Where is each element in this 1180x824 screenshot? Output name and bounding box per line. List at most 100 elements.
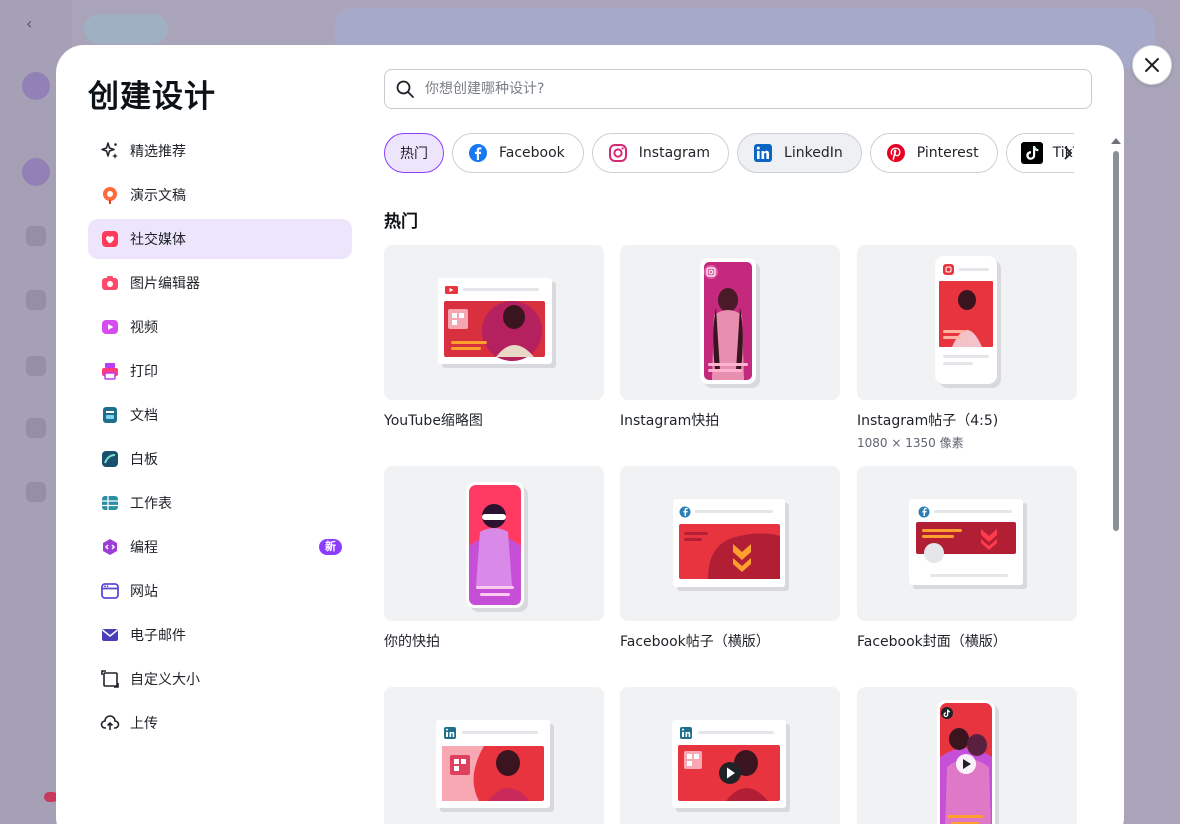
instagram-icon: [607, 142, 629, 164]
email-icon: [100, 625, 120, 645]
background-avatar: [22, 72, 50, 100]
nav-item-custom-size[interactable]: 自定义大小: [88, 659, 352, 699]
nav-item-social[interactable]: 社交媒体: [88, 219, 352, 259]
scroll-up-arrow-icon[interactable]: [1111, 138, 1121, 144]
nav-item-email[interactable]: 电子邮件: [88, 615, 352, 655]
modal-title: 创建设计: [88, 79, 216, 115]
template-title: YouTube缩略图: [384, 413, 483, 429]
nav-item-label: 打印: [130, 364, 158, 380]
nav-item-website[interactable]: 网站: [88, 571, 352, 611]
template-card-instagram-post[interactable]: Instagram帖子（4:5) 1080 × 1350 像素: [857, 245, 1077, 451]
background-rail-icon: [26, 418, 46, 438]
nav-item-label: 自定义大小: [130, 672, 200, 688]
background-rail-icon: [26, 290, 46, 310]
section-title: 热门: [384, 212, 418, 232]
close-modal-button[interactable]: [1132, 45, 1172, 85]
linkedin-icon: [752, 142, 774, 164]
template-thumbnail: [857, 687, 1077, 824]
nav-item-label: 精选推荐: [130, 144, 186, 160]
whiteboard-icon: [100, 449, 120, 469]
nav-item-label: 上传: [130, 716, 158, 732]
template-card-your-story[interactable]: 你的快拍: [384, 466, 604, 651]
sparkle-icon: [100, 141, 120, 161]
nav-item-presentation[interactable]: 演示文稿: [88, 175, 352, 215]
instagram-story-illustration: [700, 258, 760, 388]
template-card-instagram-story[interactable]: Instagram快拍: [620, 245, 840, 430]
nav-item-docs[interactable]: 文档: [88, 395, 352, 435]
linkedin-post-illustration: [436, 720, 554, 812]
design-search-box[interactable]: [384, 69, 1092, 109]
template-title: Instagram快拍: [620, 413, 720, 429]
template-card-tiktok-video[interactable]: [857, 687, 1077, 824]
chevron-right-icon: [1064, 146, 1073, 160]
nav-item-video[interactable]: 视频: [88, 307, 352, 347]
nav-item-code[interactable]: 编程 新: [88, 527, 352, 567]
nav-item-whiteboard[interactable]: 白板: [88, 439, 352, 479]
nav-item-photo-editor[interactable]: 图片编辑器: [88, 263, 352, 303]
template-title: Instagram帖子（4:5): [857, 413, 999, 429]
chip-label: Facebook: [499, 145, 565, 161]
scrollbar-thumb[interactable]: [1113, 151, 1119, 531]
custom-size-icon: [100, 669, 120, 689]
template-dimensions: 1080 × 1350 像素: [857, 436, 964, 450]
camera-icon: [100, 273, 120, 293]
nav-item-label: 电子邮件: [130, 628, 186, 644]
create-design-modal: 创建设计 精选推荐 演示文稿 社交媒体 图片编辑器 视频 打印 文档 白板 工作…: [56, 45, 1124, 824]
template-thumbnail: [857, 245, 1077, 400]
nav-item-label: 编程: [130, 540, 158, 556]
template-title: Facebook封面（横版）: [857, 634, 1007, 650]
template-thumbnail: [384, 687, 604, 824]
back-icon: ‹: [26, 14, 33, 33]
template-card-linkedin-post[interactable]: [384, 687, 604, 824]
template-title: 你的快拍: [384, 634, 440, 650]
your-story-illustration: [466, 482, 528, 612]
nav-item-label: 网站: [130, 584, 158, 600]
heart-icon: [100, 229, 120, 249]
category-nav: 精选推荐 演示文稿 社交媒体 图片编辑器 视频 打印 文档 白板 工作表 编程 …: [88, 131, 352, 747]
nav-item-label: 演示文稿: [130, 188, 186, 204]
chip-label: LinkedIn: [784, 145, 843, 161]
template-thumbnail: [384, 245, 604, 400]
chip-facebook[interactable]: Facebook: [452, 133, 584, 173]
nav-item-print[interactable]: 打印: [88, 351, 352, 391]
template-card-facebook-cover[interactable]: Facebook封面（横版）: [857, 466, 1077, 651]
template-card-linkedin-video[interactable]: [620, 687, 840, 824]
template-thumbnail: [620, 687, 840, 824]
background-rail-icon: [22, 158, 50, 186]
template-thumbnail: [620, 245, 840, 400]
new-badge: 新: [319, 539, 342, 555]
chip-instagram[interactable]: Instagram: [591, 133, 730, 173]
chip-hot[interactable]: 热门: [384, 133, 444, 173]
nav-item-sheets[interactable]: 工作表: [88, 483, 352, 523]
nav-item-label: 社交媒体: [130, 232, 186, 248]
code-icon: [100, 537, 120, 557]
nav-item-label: 视频: [130, 320, 158, 336]
template-thumbnail: [384, 466, 604, 621]
template-thumbnail: [620, 466, 840, 621]
chip-label: Pinterest: [916, 145, 979, 161]
template-card-facebook-post[interactable]: Facebook帖子（横版）: [620, 466, 840, 651]
nav-item-featured[interactable]: 精选推荐: [88, 131, 352, 171]
nav-item-label: 工作表: [130, 496, 172, 512]
template-thumbnail: [857, 466, 1077, 621]
chip-linkedin[interactable]: LinkedIn: [737, 133, 862, 173]
instagram-post-illustration: [935, 256, 1001, 388]
nav-item-upload[interactable]: 上传: [88, 703, 352, 743]
pinterest-icon: [885, 142, 907, 164]
background-rail-icon: [26, 356, 46, 376]
video-icon: [100, 317, 120, 337]
chip-pinterest[interactable]: Pinterest: [869, 133, 998, 173]
background-logo: [84, 14, 168, 44]
chip-label: Instagram: [638, 145, 711, 161]
facebook-icon: [467, 142, 489, 164]
search-icon: [396, 80, 414, 98]
template-card-youtube-thumbnail[interactable]: YouTube缩略图: [384, 245, 604, 430]
background-rail-icon: [26, 226, 46, 246]
close-icon: [1145, 58, 1159, 72]
printer-icon: [100, 361, 120, 381]
search-input[interactable]: [425, 81, 1065, 97]
nav-item-label: 文档: [130, 408, 158, 424]
chips-next-button[interactable]: [1058, 143, 1078, 163]
template-title: Facebook帖子（横版）: [620, 634, 770, 650]
chip-label: 热门: [400, 146, 428, 162]
